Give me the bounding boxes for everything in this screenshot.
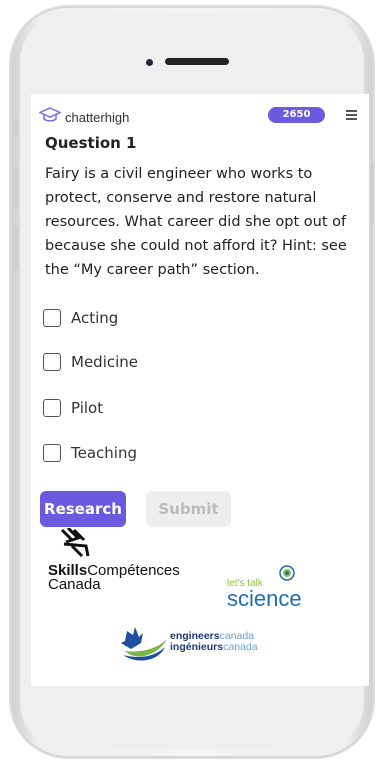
checkbox[interactable] [43,399,61,417]
score-badge: 2650 [268,107,325,123]
engineers-canada-logo: engineerscanada ingénieurscanada [117,621,258,669]
maple-leaf-icon [121,627,167,661]
lets-talk-science-logo: let's talk science [227,565,302,612]
side-button [14,166,18,210]
top-bar: chatterhigh 2650 [38,105,361,127]
earpiece-speaker [165,58,229,65]
side-button [14,226,18,270]
side-button [14,118,18,136]
app-screen: chatterhigh 2650 Question 1 Fairy is a c… [31,94,369,686]
research-button[interactable]: Research [40,491,126,527]
submit-button[interactable]: Submit [146,491,231,527]
front-camera [146,59,153,66]
option-acting[interactable]: Acting [43,309,118,327]
skills-figure-icon [60,528,90,558]
hamburger-menu-icon[interactable] [346,110,357,122]
power-button [370,162,374,224]
option-teaching[interactable]: Teaching [43,444,137,462]
option-label: Teaching [71,444,137,462]
app-logo[interactable]: chatterhigh [38,107,130,127]
option-label: Medicine [71,353,139,371]
eye-icon [279,565,295,585]
checkbox[interactable] [43,444,61,462]
graduation-cap-icon [38,107,62,127]
option-medicine[interactable]: Medicine [43,353,138,371]
option-label: Pilot [71,399,104,417]
app-name: chatterhigh [65,109,130,125]
option-pilot[interactable]: Pilot [43,399,103,417]
checkbox[interactable] [43,353,61,371]
question-text: Fairy is a civil engineer who works to p… [45,166,347,278]
checkbox[interactable] [43,309,61,327]
question-title: Question 1 [45,134,137,152]
skills-canada-logo: SkillsCompétences Canada [48,528,180,593]
option-label: Acting [71,309,119,327]
